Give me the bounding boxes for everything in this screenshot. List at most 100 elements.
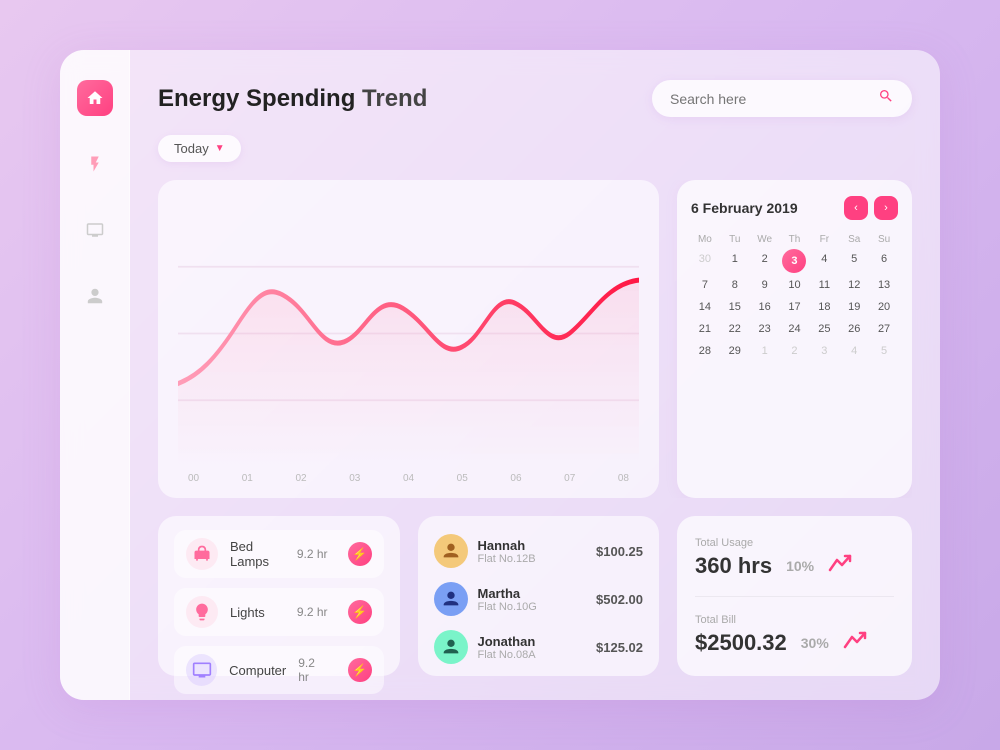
sidebar-item-energy[interactable] — [77, 146, 113, 182]
calendar-day[interactable]: 19 — [840, 297, 868, 317]
tenant-amount-martha: $502.00 — [596, 592, 643, 607]
calendar-day[interactable]: 5 — [870, 341, 898, 361]
calendar-day[interactable]: 15 — [721, 297, 749, 317]
calendar-day[interactable]: 26 — [840, 319, 868, 339]
calendar-day[interactable]: 1 — [721, 249, 749, 273]
calendar-day[interactable]: 24 — [781, 319, 809, 339]
lights-lightning-icon: ⚡ — [348, 600, 372, 624]
calendar-day[interactable]: 2 — [751, 249, 779, 273]
tenant-item-jonathan: Jonathan Flat No.08A $125.02 — [434, 626, 644, 668]
calendar-day[interactable]: 11 — [810, 275, 838, 295]
today-filter-button[interactable]: Today ▼ — [158, 135, 241, 162]
calendar-day-today[interactable]: 3 — [782, 249, 806, 273]
page-title: Energy Spending Trend — [158, 85, 427, 113]
stats-card: Total Usage 360 hrs 10% Total Bill $2500… — [677, 516, 912, 676]
calendar-day[interactable]: 22 — [721, 319, 749, 339]
sidebar — [60, 50, 130, 700]
search-input[interactable] — [670, 91, 870, 107]
total-usage-label: Total Usage — [695, 537, 894, 549]
calendar-nav: ‹ › — [844, 196, 898, 220]
calendar-day[interactable]: 6 — [870, 249, 898, 273]
tenant-flat-martha: Flat No.10G — [478, 601, 587, 613]
tenant-info-hannah: Hannah Flat No.12B — [478, 538, 587, 565]
computer-name: Computer — [229, 663, 286, 678]
total-bill-trend-icon — [843, 631, 867, 654]
calendar-day[interactable]: 1 — [751, 341, 779, 361]
tenant-avatar-jonathan — [434, 630, 468, 664]
calendar-day[interactable]: 8 — [721, 275, 749, 295]
sidebar-item-monitor[interactable] — [77, 212, 113, 248]
calendar-day[interactable]: 29 — [721, 341, 749, 361]
bed-lamps-lightning-icon: ⚡ — [348, 542, 372, 566]
calendar-next-button[interactable]: › — [874, 196, 898, 220]
filter-row: Today ▼ — [158, 135, 912, 162]
lights-icon — [186, 596, 218, 628]
calendar-day[interactable]: 7 — [691, 275, 719, 295]
total-bill-row: $2500.32 30% — [695, 630, 894, 656]
chart-card: 00 01 02 03 04 05 06 07 08 — [158, 180, 659, 498]
dropdown-arrow-icon: ▼ — [215, 143, 225, 154]
calendar-day[interactable]: 10 — [781, 275, 809, 295]
total-bill-value: $2500.32 — [695, 630, 787, 656]
calendar-grid: Mo Tu We Th Fr Sa Su 30 1 2 3 4 5 6 7 — [691, 232, 898, 361]
calendar-card: 6 February 2019 ‹ › Mo Tu We Th Fr Sa Su… — [677, 180, 912, 498]
tenant-avatar-hannah — [434, 534, 468, 568]
tenant-info-martha: Martha Flat No.10G — [478, 586, 587, 613]
bed-lamps-icon — [186, 538, 218, 570]
tenant-flat-hannah: Flat No.12B — [478, 553, 587, 565]
calendar-day[interactable]: 2 — [781, 341, 809, 361]
stat-total-usage: Total Usage 360 hrs 10% — [695, 537, 894, 579]
computer-lightning-icon: ⚡ — [348, 658, 371, 682]
calendar-day[interactable]: 18 — [810, 297, 838, 317]
calendar-day[interactable]: 17 — [781, 297, 809, 317]
appliance-item-computer: Computer 9.2 hr ⚡ — [174, 646, 384, 694]
bed-lamps-hours: 9.2 hr — [297, 547, 328, 561]
total-usage-trend-icon — [828, 554, 852, 577]
tenant-info-jonathan: Jonathan Flat No.08A — [478, 634, 587, 661]
calendar-day[interactable]: 30 — [691, 249, 719, 273]
total-usage-row: 360 hrs 10% — [695, 553, 894, 579]
x-axis: 00 01 02 03 04 05 06 07 08 — [178, 467, 639, 484]
bed-lamps-name: Bed Lamps — [230, 539, 285, 569]
lights-name: Lights — [230, 605, 285, 620]
calendar-day[interactable]: 4 — [840, 341, 868, 361]
calendar-day[interactable]: 27 — [870, 319, 898, 339]
calendar-day[interactable]: 13 — [870, 275, 898, 295]
tenant-item-hannah: Hannah Flat No.12B $100.25 — [434, 530, 644, 572]
calendar-day[interactable]: 21 — [691, 319, 719, 339]
computer-hours: 9.2 hr — [298, 656, 328, 684]
total-usage-value: 360 hrs — [695, 553, 772, 579]
content-row: 00 01 02 03 04 05 06 07 08 6 February 20… — [158, 180, 912, 498]
calendar-day[interactable]: 4 — [810, 249, 838, 273]
total-bill-label: Total Bill — [695, 614, 894, 626]
calendar-day[interactable]: 28 — [691, 341, 719, 361]
calendar-day[interactable]: 16 — [751, 297, 779, 317]
tenant-name-hannah: Hannah — [478, 538, 587, 553]
dashboard: Energy Spending Trend Today ▼ — [60, 50, 940, 700]
search-icon — [878, 88, 894, 109]
tenant-name-martha: Martha — [478, 586, 587, 601]
calendar-day[interactable]: 9 — [751, 275, 779, 295]
calendar-day[interactable]: 12 — [840, 275, 868, 295]
sidebar-item-profile[interactable] — [77, 278, 113, 314]
appliance-item-lights: Lights 9.2 hr ⚡ — [174, 588, 384, 636]
calendar-day[interactable]: 25 — [810, 319, 838, 339]
calendar-day[interactable]: 23 — [751, 319, 779, 339]
tenant-amount-hannah: $100.25 — [596, 544, 643, 559]
tenant-item-martha: Martha Flat No.10G $502.00 — [434, 578, 644, 620]
tenant-flat-jonathan: Flat No.08A — [478, 649, 587, 661]
calendar-prev-button[interactable]: ‹ — [844, 196, 868, 220]
calendar-day[interactable]: 3 — [810, 341, 838, 361]
calendar-day[interactable]: 20 — [870, 297, 898, 317]
calendar-month-year: 6 February 2019 — [691, 200, 798, 216]
calendar-day[interactable]: 14 — [691, 297, 719, 317]
calendar-day[interactable]: 5 — [840, 249, 868, 273]
stat-total-bill: Total Bill $2500.32 30% — [695, 614, 894, 656]
tenant-name-jonathan: Jonathan — [478, 634, 587, 649]
total-bill-change: 30% — [801, 635, 829, 651]
computer-icon — [186, 654, 217, 686]
lights-hours: 9.2 hr — [297, 605, 328, 619]
search-bar — [652, 80, 912, 117]
sidebar-item-home[interactable] — [77, 80, 113, 116]
tenant-avatar-martha — [434, 582, 468, 616]
